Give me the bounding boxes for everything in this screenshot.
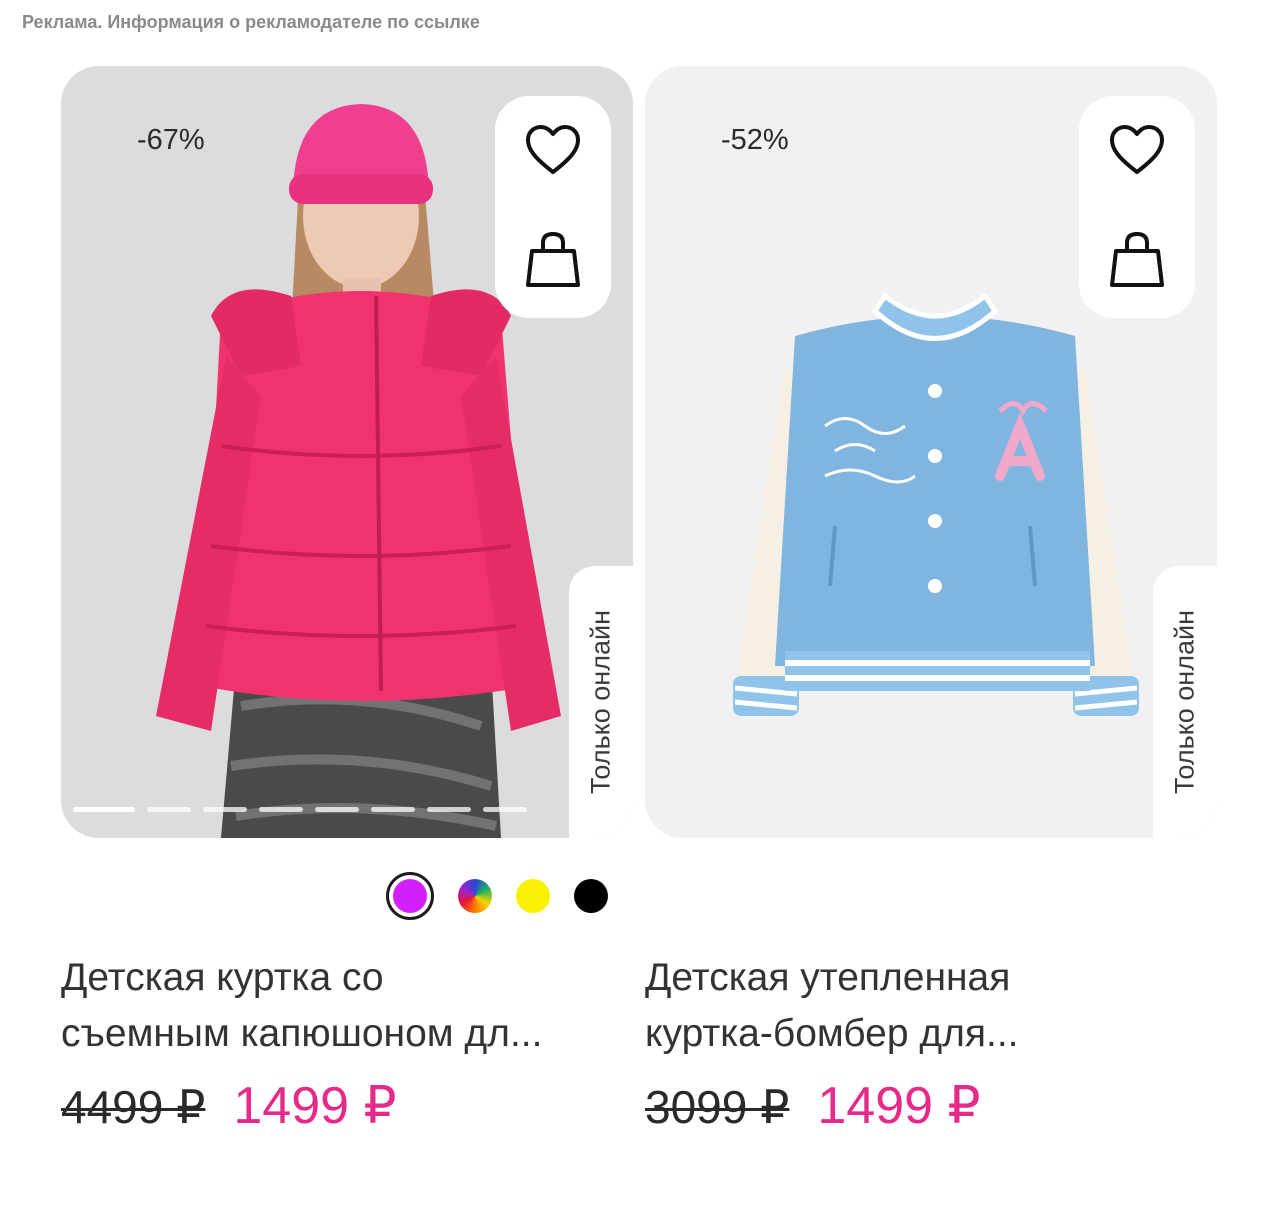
product-title[interactable]: Детская утепленная куртка-бомбер для... bbox=[645, 950, 1225, 1062]
slide-dot[interactable] bbox=[427, 807, 471, 812]
discount-badge: -67% bbox=[137, 124, 205, 156]
color-swatch-magenta[interactable] bbox=[386, 872, 434, 920]
old-price: 3099 ₽ bbox=[645, 1081, 790, 1133]
online-only-badge: Только онлайн bbox=[1153, 566, 1217, 838]
product-title-line: куртка-бомбер для... bbox=[645, 1012, 1019, 1055]
heart-icon bbox=[1110, 125, 1164, 174]
color-swatches bbox=[386, 872, 608, 920]
product-image-2[interactable]: -52% Только онлайн bbox=[645, 66, 1217, 838]
online-only-label: Только онлайн bbox=[1169, 610, 1200, 794]
old-price: 4499 ₽ bbox=[61, 1081, 206, 1133]
slide-dot[interactable] bbox=[147, 807, 191, 812]
slide-dot[interactable] bbox=[315, 807, 359, 812]
sale-price: 1499 ₽ bbox=[817, 1077, 981, 1135]
online-only-badge: Только онлайн bbox=[569, 566, 633, 838]
add-to-cart-button[interactable] bbox=[1107, 230, 1167, 290]
slide-dot[interactable] bbox=[203, 807, 247, 812]
slide-dot[interactable] bbox=[73, 807, 135, 812]
add-to-favorites-button[interactable] bbox=[1107, 120, 1167, 180]
shopping-bag-icon bbox=[526, 231, 580, 287]
product-card-2[interactable]: -52% Только онлайн Детская утепленная ку… bbox=[645, 66, 1217, 1135]
product-title-line: Детская утепленная bbox=[645, 956, 1011, 999]
slide-dot[interactable] bbox=[259, 807, 303, 812]
slide-dot[interactable] bbox=[371, 807, 415, 812]
product-title-line: Детская куртка со bbox=[61, 956, 384, 999]
color-fill bbox=[393, 879, 427, 913]
action-pill bbox=[1079, 96, 1195, 318]
color-swatch-multicolor[interactable] bbox=[458, 879, 492, 913]
price-row: 4499 ₽ 1499 ₽ bbox=[61, 1076, 397, 1136]
color-swatch-black[interactable] bbox=[574, 879, 608, 913]
slide-dot[interactable] bbox=[483, 807, 527, 812]
action-pill bbox=[495, 96, 611, 318]
ad-disclaimer[interactable]: Реклама. Информация о рекламодателе по с… bbox=[22, 12, 480, 33]
shopping-bag-icon bbox=[1110, 231, 1164, 287]
add-to-cart-button[interactable] bbox=[523, 230, 583, 290]
heart-icon bbox=[526, 125, 580, 174]
image-slider-indicator[interactable] bbox=[73, 807, 527, 812]
product-image-1[interactable]: -67% Только онлайн bbox=[61, 66, 633, 838]
sale-price: 1499 ₽ bbox=[233, 1077, 397, 1135]
product-title[interactable]: Детская куртка со съемным капюшоном дл..… bbox=[61, 950, 641, 1062]
discount-badge: -52% bbox=[721, 124, 789, 156]
product-title-line: съемным капюшоном дл... bbox=[61, 1012, 543, 1055]
online-only-label: Только онлайн bbox=[585, 610, 616, 794]
add-to-favorites-button[interactable] bbox=[523, 120, 583, 180]
product-card-1[interactable]: -67% Только онлайн Детская куртка со съе… bbox=[61, 66, 633, 1135]
price-row: 3099 ₽ 1499 ₽ bbox=[645, 1076, 981, 1136]
color-swatch-yellow[interactable] bbox=[516, 879, 550, 913]
